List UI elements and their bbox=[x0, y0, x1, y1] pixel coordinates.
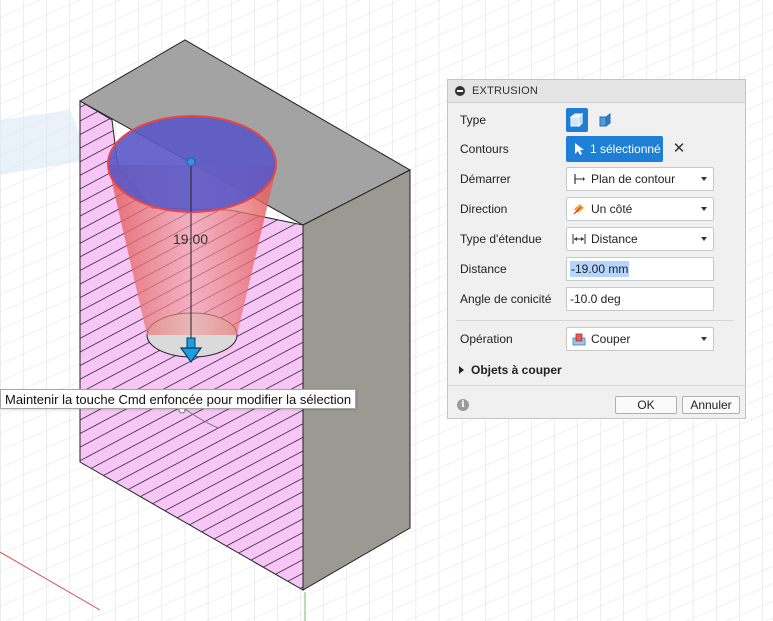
chevron-down-icon bbox=[701, 207, 707, 211]
thin-extrude-icon bbox=[599, 113, 611, 127]
row-contours: Contours 1 sélectionné ✕ bbox=[448, 136, 745, 162]
block-side-face[interactable] bbox=[302, 169, 411, 591]
cut-icon bbox=[572, 332, 586, 346]
contours-value: 1 sélectionné bbox=[590, 142, 661, 156]
profile-plane-icon bbox=[572, 172, 586, 186]
direction-value: Un côté bbox=[591, 202, 633, 216]
divider bbox=[456, 320, 733, 321]
distance-value: -19.00 mm bbox=[570, 261, 630, 277]
dialog-header[interactable]: EXTRUSION bbox=[448, 80, 745, 103]
operation-value: Couper bbox=[591, 332, 631, 346]
ok-button[interactable]: OK bbox=[615, 396, 677, 414]
chevron-down-icon bbox=[701, 337, 707, 341]
distance-input[interactable]: -19.00 mm bbox=[566, 257, 714, 281]
row-direction: Direction Un côté bbox=[448, 196, 745, 222]
row-start: Démarrer Plan de contour bbox=[448, 166, 745, 192]
start-select[interactable]: Plan de contour bbox=[566, 167, 714, 191]
start-value: Plan de contour bbox=[591, 172, 676, 186]
dialog-title: EXTRUSION bbox=[472, 85, 538, 97]
distance-label: Distance bbox=[460, 262, 507, 276]
extent-label: Type d'étendue bbox=[460, 232, 542, 246]
extent-value: Distance bbox=[591, 232, 638, 246]
direction-select[interactable]: Un côté bbox=[566, 197, 714, 221]
row-operation: Opération Couper bbox=[448, 326, 745, 352]
row-distance: Distance -19.00 mm bbox=[448, 256, 745, 282]
dimension-anchor-point[interactable] bbox=[186, 157, 196, 167]
chevron-right-icon bbox=[459, 366, 464, 374]
dimension-text[interactable]: 19.00 bbox=[173, 231, 208, 247]
solid-extrude-icon bbox=[569, 112, 584, 128]
tooltip-text: Maintenir la touche Cmd enfoncée pour mo… bbox=[5, 391, 352, 407]
direction-label: Direction bbox=[460, 202, 508, 216]
cancel-button[interactable]: Annuler bbox=[682, 396, 740, 414]
type-thin-button[interactable] bbox=[594, 108, 616, 132]
row-type: Type bbox=[448, 107, 745, 133]
one-side-icon bbox=[572, 202, 586, 216]
operation-select[interactable]: Couper bbox=[566, 327, 714, 351]
type-solid-button[interactable] bbox=[566, 108, 588, 132]
pointer-icon bbox=[575, 143, 584, 155]
info-icon[interactable]: i bbox=[457, 399, 469, 411]
objects-to-cut-label: Objets à couper bbox=[471, 363, 562, 377]
selection-tooltip: Maintenir la touche Cmd enfoncée pour mo… bbox=[0, 389, 357, 409]
row-extent: Type d'étendue Distance bbox=[448, 226, 745, 252]
extent-select[interactable]: Distance bbox=[566, 227, 714, 251]
chevron-down-icon bbox=[701, 177, 707, 181]
taper-angle-input[interactable]: -10.0 deg bbox=[566, 287, 714, 311]
extrusion-dialog: EXTRUSION Type Contours 1 sélectionné ✕ … bbox=[447, 79, 746, 419]
distance-icon bbox=[572, 232, 586, 246]
operation-label: Opération bbox=[460, 332, 513, 346]
clear-selection-icon[interactable]: ✕ bbox=[672, 141, 686, 156]
contours-select-button[interactable]: 1 sélectionné bbox=[566, 136, 663, 162]
contours-label: Contours bbox=[460, 142, 509, 156]
type-label: Type bbox=[460, 113, 487, 127]
row-taper: Angle de conicité -10.0 deg bbox=[448, 286, 745, 312]
taper-label: Angle de conicité bbox=[460, 292, 552, 306]
chevron-down-icon bbox=[701, 237, 707, 241]
start-label: Démarrer bbox=[460, 172, 511, 186]
objects-to-cut-toggle[interactable]: Objets à couper bbox=[448, 357, 745, 383]
taper-value: -10.0 deg bbox=[570, 292, 621, 306]
collapse-icon[interactable] bbox=[455, 86, 465, 96]
footer-divider bbox=[448, 385, 745, 386]
